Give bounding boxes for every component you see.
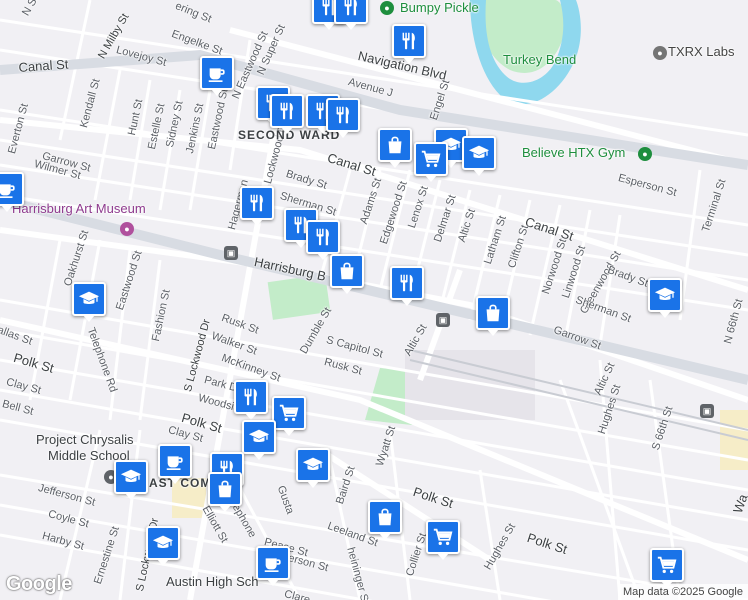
shopping-bag-icon [482, 302, 504, 324]
pin-restaurant-icon[interactable] [270, 94, 304, 134]
shopping-bag-icon [214, 478, 236, 500]
restaurant-icon [340, 0, 362, 18]
pin-school-icon[interactable] [462, 136, 496, 176]
map-attribution[interactable]: Map data ©2025 Google [617, 584, 748, 600]
park-poi-icon[interactable]: ● [380, 1, 394, 15]
pin-cafe-icon[interactable] [200, 56, 234, 96]
shopping-cart-icon [420, 148, 442, 170]
pin-shopping-cart-icon[interactable] [272, 396, 306, 436]
school-icon [654, 284, 676, 306]
pin-shopping-bag-icon[interactable] [368, 500, 402, 540]
pin-school-icon[interactable] [296, 448, 330, 488]
restaurant-icon [398, 30, 420, 52]
shopping-cart-icon [278, 402, 300, 424]
restaurant-icon [312, 226, 334, 248]
business-poi-icon[interactable]: ● [653, 46, 667, 60]
pin-cafe-icon[interactable] [256, 546, 290, 586]
shopping-bag-icon [374, 506, 396, 528]
poi-label-txrx-labs[interactable]: TXRX Labs [668, 44, 734, 59]
shopping-cart-icon [432, 526, 454, 548]
pin-shopping-cart-icon[interactable] [650, 548, 684, 588]
shopping-bag-icon [336, 260, 358, 282]
pin-school-icon[interactable] [648, 278, 682, 318]
museum-poi-icon[interactable]: ● [120, 222, 134, 236]
cafe-icon [262, 552, 284, 574]
pin-school-icon[interactable] [146, 526, 180, 566]
pin-restaurant-icon[interactable] [390, 266, 424, 306]
cafe-icon [0, 178, 18, 200]
school-icon [152, 532, 174, 554]
transit-stop-icon[interactable]: ▣ [224, 246, 238, 260]
pin-school-icon[interactable] [242, 420, 276, 460]
poi-label-bumpy-pickle[interactable]: Bumpy Pickle [400, 0, 479, 15]
restaurant-icon [240, 386, 262, 408]
pin-restaurant-icon[interactable] [234, 380, 268, 420]
pin-shopping-bag-icon[interactable] [476, 296, 510, 336]
poi-label-harrisburg-art-museum[interactable]: Harrisburg Art Museum [12, 201, 146, 216]
shopping-cart-icon [656, 554, 678, 576]
pin-restaurant-icon[interactable] [326, 98, 360, 138]
pin-school-icon[interactable] [72, 282, 106, 322]
pin-restaurant-icon[interactable] [240, 186, 274, 226]
poi-label-austin-high[interactable]: Austin High Sch [166, 574, 259, 589]
cafe-icon [164, 450, 186, 472]
map-canvas[interactable]: N Sa ering St N Milby St Lovejoy St Enge… [0, 0, 748, 600]
pin-restaurant-icon[interactable] [306, 220, 340, 260]
pin-shopping-bag-icon[interactable] [378, 128, 412, 168]
school-icon [302, 454, 324, 476]
school-icon [78, 288, 100, 310]
restaurant-icon [246, 192, 268, 214]
pin-shopping-cart-icon[interactable] [426, 520, 460, 560]
transit-stop-icon[interactable]: ▣ [700, 404, 714, 418]
pin-shopping-cart-icon[interactable] [414, 142, 448, 182]
poi-label-turkey-bend[interactable]: Turkey Bend [503, 52, 576, 67]
pin-restaurant-icon[interactable] [392, 24, 426, 64]
pin-cafe-icon[interactable] [0, 172, 24, 212]
pin-restaurant-icon[interactable] [334, 0, 368, 30]
poi-label-project-chrysalis[interactable]: Project Chrysalis [36, 432, 134, 447]
shopping-bag-icon [384, 134, 406, 156]
transit-stop-icon[interactable]: ▣ [436, 313, 450, 327]
school-icon [468, 142, 490, 164]
restaurant-icon [332, 104, 354, 126]
school-icon [120, 466, 142, 488]
pin-shopping-bag-icon[interactable] [330, 254, 364, 294]
poi-label-believe-gym[interactable]: Believe HTX Gym [522, 145, 625, 160]
pin-shopping-bag-icon[interactable] [208, 472, 242, 512]
google-logo[interactable]: Google [6, 573, 72, 596]
restaurant-icon [396, 272, 418, 294]
pin-cafe-icon[interactable] [158, 444, 192, 484]
restaurant-icon [276, 100, 298, 122]
school-icon [248, 426, 270, 448]
gym-poi-icon[interactable]: ● [638, 147, 652, 161]
cafe-icon [206, 62, 228, 84]
pin-school-icon[interactable] [114, 460, 148, 500]
